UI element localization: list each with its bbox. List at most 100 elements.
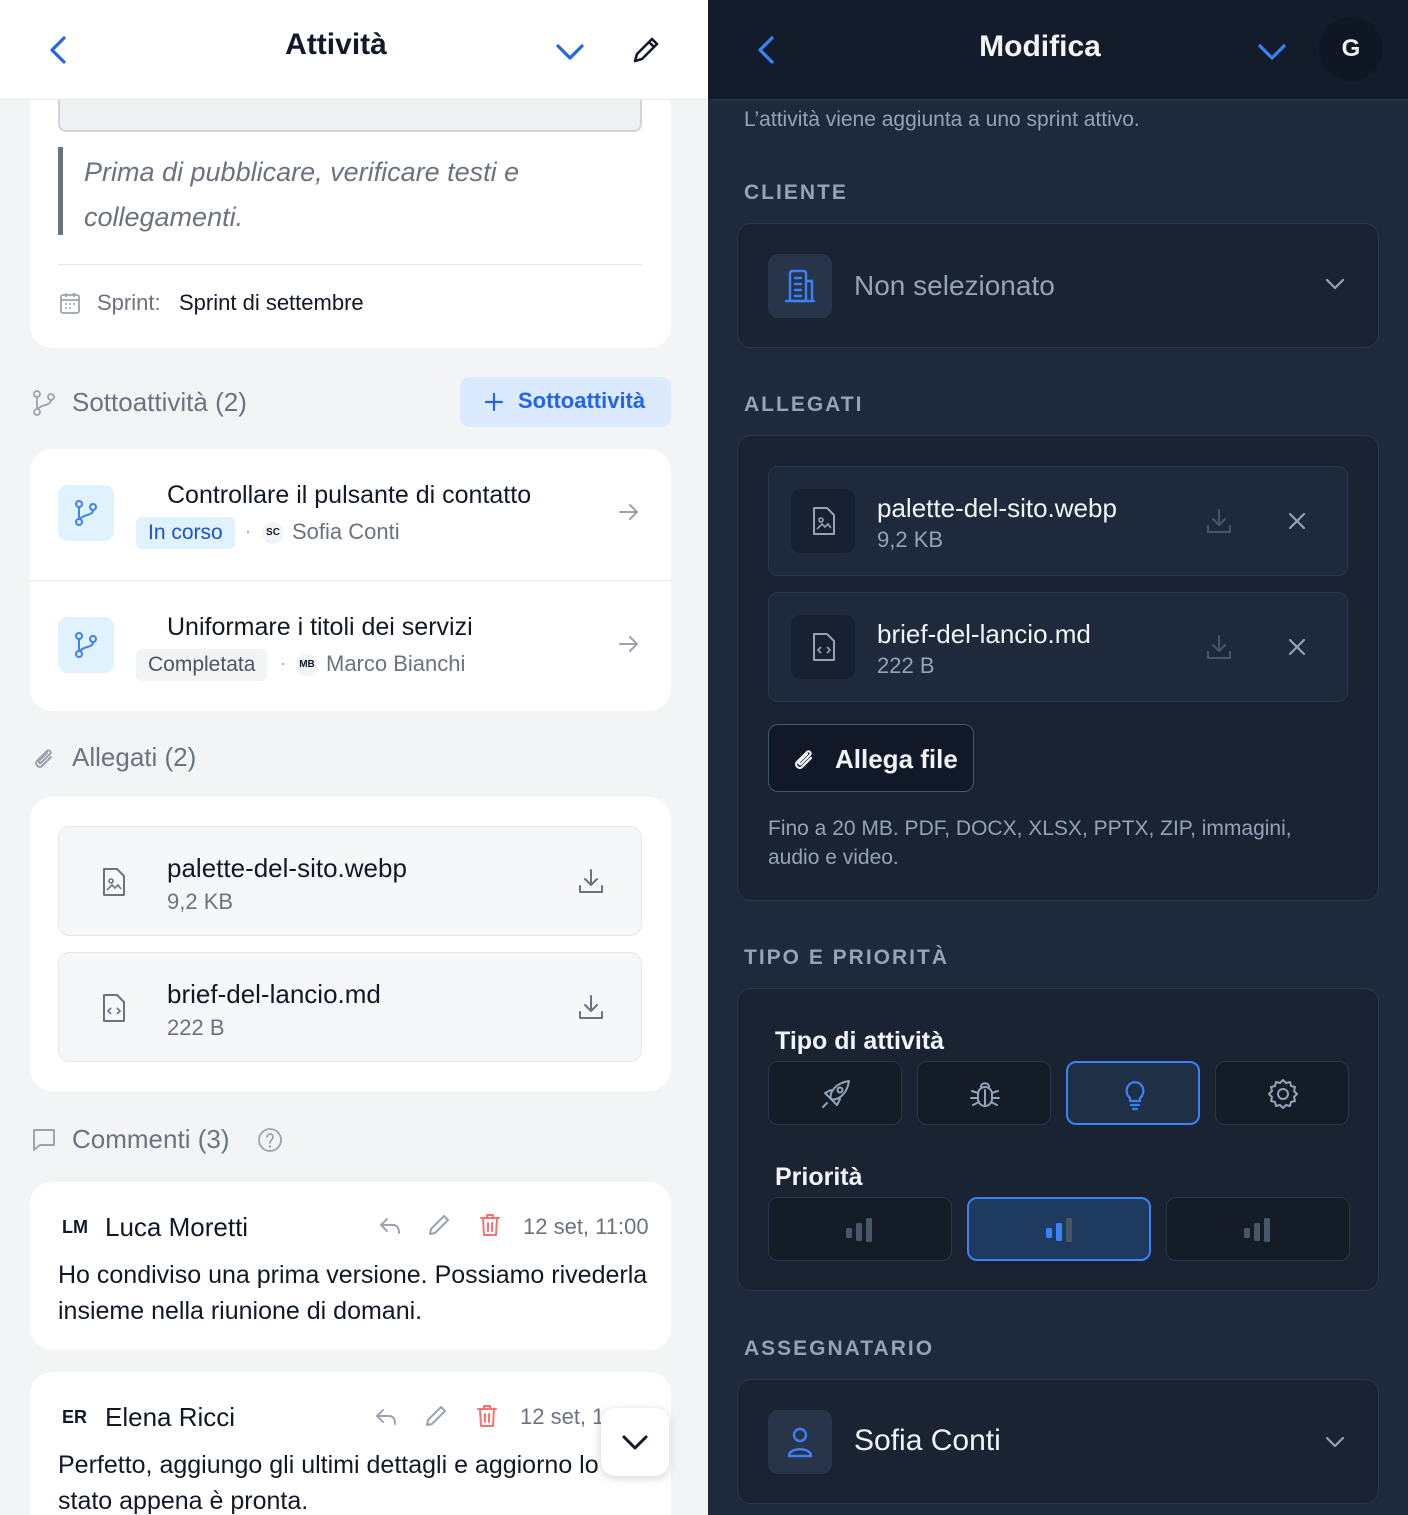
attach-file-button[interactable]: Allega file	[768, 724, 974, 792]
help-icon[interactable]	[257, 1127, 283, 1153]
trash-icon[interactable]	[478, 1212, 502, 1238]
assignee-icon-box	[768, 1410, 832, 1474]
attachments-label: ALLEGATI	[744, 393, 864, 416]
subtask-row[interactable]: Controllare il pulsante di contatto In c…	[30, 449, 671, 580]
edit-icon[interactable]	[423, 1403, 449, 1429]
attachments-editor: palette-del-sito.webp 9,2 KB brief-del-l…	[737, 435, 1379, 901]
attachments-title: Allegati (2)	[72, 742, 197, 772]
attachment-size: 9,2 KB	[167, 889, 234, 914]
task-detail-panel: Attività Prima di pubblicare, verificare…	[0, 0, 708, 1515]
file-icon-box	[791, 615, 855, 679]
chevron-down-icon[interactable]	[1256, 38, 1288, 64]
assignee-value: Sofia Conti	[854, 1424, 1001, 1457]
attachment-hint: Fino a 20 MB. PDF, DOCX, XLSX, PPTX, ZIP…	[768, 817, 1292, 869]
comment-text: Ho condiviso una prima versione. Possiam…	[58, 1261, 648, 1325]
arrow-right-icon	[618, 501, 640, 523]
edit-header: Modifica G	[708, 0, 1408, 100]
subtask-title: Controllare il pulsante di contatto	[167, 481, 532, 509]
attachment-row: brief-del-lancio.md 222 B	[768, 592, 1348, 702]
sprint-note: L’attività viene aggiunta a uno sprint a…	[744, 108, 1140, 131]
building-icon	[782, 267, 818, 305]
attachment-name: palette-del-sito.webp	[167, 853, 407, 883]
details-card: Prima di pubblicare, verificare testi e …	[30, 60, 671, 348]
branch-icon	[72, 630, 100, 660]
client-select[interactable]: Non selezionato	[737, 223, 1379, 348]
attachment-size: 222 B	[167, 1015, 225, 1040]
status-badge: Completata	[136, 649, 268, 681]
type-option-bug[interactable]	[917, 1061, 1051, 1125]
avatar: ER	[62, 1407, 88, 1427]
signal-bars-icon	[1045, 1216, 1075, 1244]
reply-icon[interactable]	[377, 1214, 403, 1238]
back-chevron-icon[interactable]	[44, 34, 72, 66]
assignee-select[interactable]: Sofia Conti	[737, 1379, 1379, 1504]
separator-dot: ·	[280, 653, 286, 673]
comment-author: Elena Ricci	[105, 1402, 236, 1432]
priority-option-low[interactable]	[768, 1197, 952, 1261]
comment-date: 12 set, 11:00	[523, 1214, 649, 1239]
branch-icon	[72, 498, 100, 528]
status-badge: In corso	[136, 517, 235, 549]
assignee-label: ASSEGNATARIO	[744, 1337, 935, 1360]
download-icon[interactable]	[1205, 633, 1233, 661]
add-subtask-label: Sottoattività	[518, 388, 646, 413]
comment-date: 12 set, 1	[520, 1404, 605, 1429]
scroll-down-button[interactable]	[601, 1408, 669, 1476]
sprint-label: Sprint:	[97, 290, 161, 315]
type-option-idea[interactable]	[1066, 1061, 1200, 1125]
subtask-icon-box	[58, 485, 114, 541]
download-icon[interactable]	[1205, 507, 1233, 535]
branch-icon	[31, 389, 57, 417]
plus-icon	[484, 392, 504, 412]
attachment-size: 222 B	[877, 653, 935, 678]
attachment-row[interactable]: brief-del-lancio.md 222 B	[58, 952, 642, 1062]
divider	[58, 264, 642, 265]
paperclip-icon	[791, 745, 817, 773]
arrow-right-icon	[618, 633, 640, 655]
file-icon-box	[791, 489, 855, 553]
add-subtask-button[interactable]: Sottoattività	[460, 377, 671, 427]
attachment-row[interactable]: palette-del-sito.webp 9,2 KB	[58, 826, 642, 936]
image-file-icon	[811, 506, 837, 536]
task-header: Attività	[0, 0, 708, 100]
avatar: MB	[296, 654, 318, 676]
attachment-row: palette-del-sito.webp 9,2 KB	[768, 466, 1348, 576]
edit-panel: Modifica G L’attività viene aggiunta a u…	[708, 0, 1408, 1515]
gear-icon	[1266, 1077, 1300, 1111]
attachment-name: brief-del-lancio.md	[167, 979, 381, 1009]
attachment-size: 9,2 KB	[877, 527, 944, 552]
edit-pencil-icon[interactable]	[630, 34, 662, 66]
rocket-icon	[819, 1077, 853, 1111]
subtask-title: Uniformare i titoli dei servizi	[167, 613, 473, 641]
type-label: Tipo di attività	[775, 1027, 944, 1055]
calendar-icon	[59, 291, 81, 315]
type-priority-label: TIPO E PRIORITÀ	[744, 946, 950, 969]
comment-icon	[31, 1127, 57, 1153]
lightbulb-icon	[1118, 1077, 1152, 1111]
download-icon[interactable]	[577, 867, 605, 895]
subtask-row[interactable]: Uniformare i titoli dei servizi Completa…	[30, 581, 671, 711]
type-option-feature[interactable]	[768, 1061, 902, 1125]
chevron-down-icon[interactable]	[554, 38, 586, 64]
client-icon-box	[768, 254, 832, 318]
user-avatar[interactable]: G	[1319, 17, 1383, 81]
comment-item: ER Elena Ricci 12 set, 1 Perfetto, aggiu…	[30, 1372, 671, 1515]
priority-option-high[interactable]	[1166, 1197, 1350, 1261]
chevron-down-icon	[1324, 276, 1346, 292]
back-chevron-icon[interactable]	[752, 34, 780, 66]
download-icon[interactable]	[577, 993, 605, 1021]
quote-bar	[58, 147, 63, 235]
reply-icon[interactable]	[373, 1405, 399, 1429]
page-title: Modifica	[979, 30, 1101, 63]
bug-icon	[968, 1077, 1002, 1111]
sprint-value[interactable]: Sprint di settembre	[179, 290, 364, 316]
close-icon[interactable]	[1287, 511, 1307, 531]
close-icon[interactable]	[1287, 637, 1307, 657]
type-priority-box: Tipo di attività Priorità	[737, 988, 1379, 1291]
priority-label: Priorità	[775, 1163, 863, 1191]
type-option-settings[interactable]	[1215, 1061, 1349, 1125]
priority-option-medium[interactable]	[967, 1197, 1151, 1261]
trash-icon[interactable]	[475, 1403, 499, 1429]
chevron-down-icon	[1324, 1434, 1346, 1450]
edit-icon[interactable]	[426, 1212, 452, 1238]
